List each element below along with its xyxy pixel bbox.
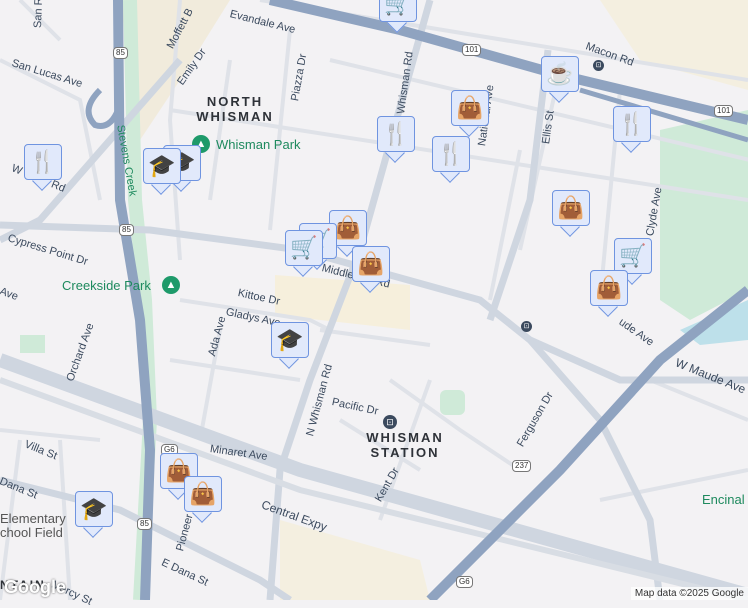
park-creekside[interactable]: Creekside Park [62, 278, 151, 293]
elementary-school-field[interactable]: Elementary chool Field [0, 512, 66, 540]
bag-icon: 👜 [552, 190, 590, 226]
fork-knife-icon: 🍴 [24, 144, 62, 180]
cafe-marker[interactable]: ☕ [541, 56, 579, 103]
hwy-101-shield: 101 [462, 44, 482, 56]
school-marker[interactable]: 🎓 [143, 148, 181, 195]
graduation-cap-icon: 🎓 [75, 491, 113, 527]
cart-icon: 🛒 [379, 0, 417, 22]
shopping-marker[interactable]: 👜 [352, 246, 390, 293]
restaurant-marker[interactable]: 🍴 [432, 136, 470, 183]
grocery-marker[interactable]: 🛒 [285, 230, 323, 277]
coffee-icon: ☕ [541, 56, 579, 92]
graduation-cap-icon: 🎓 [271, 322, 309, 358]
transit-station-icon: ⊡ [521, 321, 532, 332]
fork-knife-icon: 🍴 [377, 116, 415, 152]
school-marker[interactable]: 🎓 [271, 322, 309, 369]
restaurant-marker[interactable]: 🍴 [24, 144, 62, 191]
map-attribution[interactable]: Map data ©2025 Google [630, 587, 748, 600]
bag-icon: 👜 [451, 90, 489, 126]
hwy-85-shield: 85 [137, 518, 152, 530]
area-whisman-station: WHISMAN STATION [366, 430, 444, 460]
fork-knife-icon: 🍴 [613, 106, 651, 142]
graduation-cap-icon: 🎓 [143, 148, 181, 184]
cart-icon: 🛒 [614, 238, 652, 274]
bag-icon: 👜 [184, 476, 222, 512]
shopping-marker[interactable]: 👜 [451, 90, 489, 137]
park-whisman[interactable]: Whisman Park [216, 137, 301, 152]
transit-station-icon: ⊡ [383, 415, 397, 429]
shopping-marker[interactable]: 👜 [590, 270, 628, 317]
google-logo[interactable]: Google [4, 577, 66, 598]
encinal-label: Encinal [702, 492, 745, 507]
fork-knife-icon: 🍴 [432, 136, 470, 172]
street-label: San R [32, 0, 46, 29]
restaurant-marker[interactable]: 🍴 [613, 106, 651, 153]
grocery-marker[interactable]: 🛒 [379, 0, 417, 33]
bag-icon: 👜 [352, 246, 390, 282]
hwy-237-shield: 237 [512, 460, 532, 472]
area-north-whisman: NORTH WHISMAN [196, 94, 274, 124]
hwy-85-shield: 85 [119, 224, 134, 236]
shopping-marker[interactable]: 👜 [184, 476, 222, 523]
hwy-101-shield: 101 [714, 105, 734, 117]
school-marker[interactable]: 🎓 [75, 491, 113, 538]
g6-shield: G6 [456, 576, 473, 588]
transit-station-icon: ⊡ [593, 60, 604, 71]
shopping-marker[interactable]: 👜 [552, 190, 590, 237]
park-icon: ▲ [162, 276, 180, 294]
bag-icon: 👜 [590, 270, 628, 306]
cart-icon: 🛒 [285, 230, 323, 266]
hwy-85-shield: 85 [113, 47, 128, 59]
restaurant-marker[interactable]: 🍴 [377, 116, 415, 163]
